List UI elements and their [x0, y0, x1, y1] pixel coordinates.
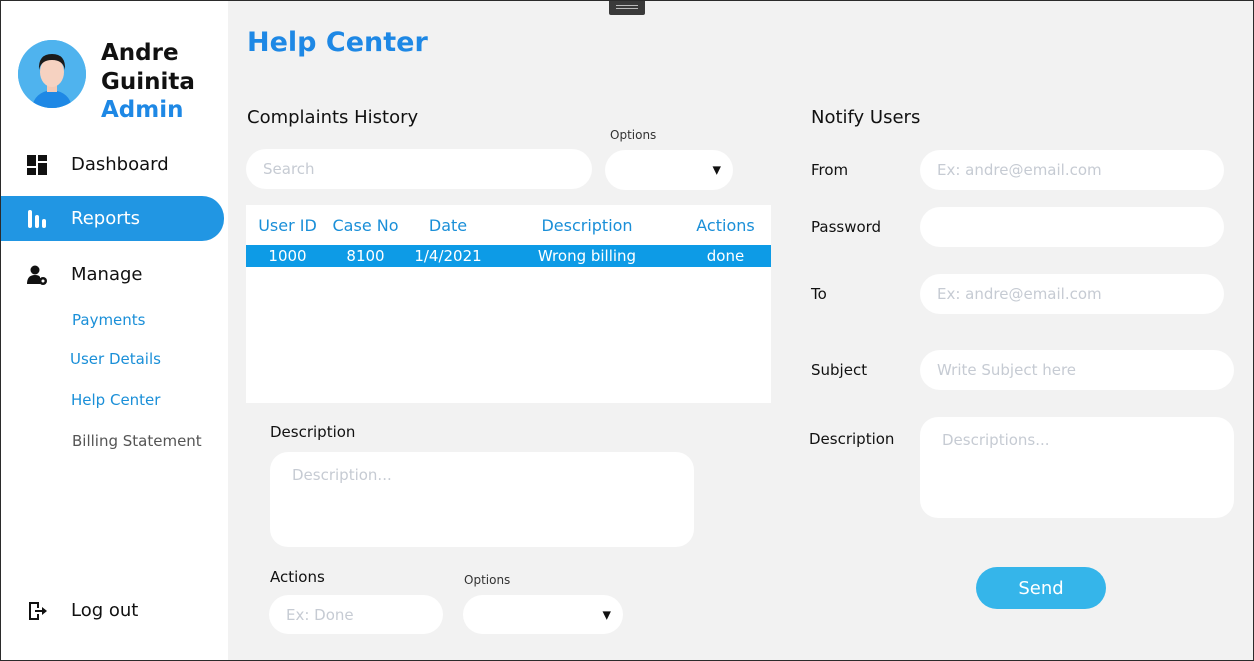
- notify-description-field[interactable]: [920, 417, 1234, 518]
- chevron-down-icon: ▼: [712, 163, 721, 177]
- to-email-field[interactable]: [920, 274, 1224, 314]
- nav-reports-label: Reports: [71, 208, 141, 229]
- subject-field[interactable]: [920, 350, 1234, 390]
- user-settings-icon: [27, 265, 47, 285]
- cell-case-no: 8100: [329, 245, 402, 267]
- dashboard-icon: [27, 154, 47, 175]
- cell-date: 1/4/2021: [402, 245, 494, 267]
- from-email-field[interactable]: [920, 150, 1224, 190]
- logout-icon: [29, 601, 47, 620]
- column-header-actions[interactable]: Actions: [680, 205, 771, 245]
- column-header-description[interactable]: Description: [494, 205, 680, 245]
- user-role: Admin: [101, 97, 184, 123]
- cell-user-id: 1000: [246, 245, 329, 267]
- user-first-name: Andre: [101, 40, 179, 66]
- nav-manage[interactable]: Manage: [1, 252, 224, 297]
- user-name: Andre Guinita: [101, 39, 221, 97]
- complaint-description-field[interactable]: [270, 452, 694, 547]
- complaints-search-input[interactable]: [246, 149, 592, 189]
- nav-manage-label: Manage: [71, 264, 143, 285]
- complaints-table: User ID Case No Date Description Actions…: [246, 205, 771, 403]
- column-header-case-no[interactable]: Case No: [329, 205, 402, 245]
- sidebar: Andre Guinita Admin Dashboard Reports Ma…: [1, 1, 228, 660]
- cell-description: Wrong billing: [494, 245, 680, 267]
- nav-payments[interactable]: Payments: [72, 311, 145, 329]
- actions-options-label: Options: [464, 573, 511, 587]
- password-label: Password: [811, 218, 882, 236]
- page-title: Help Center: [247, 27, 428, 58]
- nav-reports[interactable]: Reports: [1, 196, 224, 241]
- actions-options-select[interactable]: ▼: [463, 595, 623, 634]
- complaints-history-title: Complaints History: [247, 107, 419, 128]
- chevron-down-icon: ▼: [602, 608, 611, 621]
- column-header-date[interactable]: Date: [402, 205, 494, 245]
- table-row[interactable]: 1000 8100 1/4/2021 Wrong billing done: [246, 245, 771, 267]
- nav-logout-label: Log out: [71, 600, 139, 621]
- nav-user-details[interactable]: User Details: [70, 350, 161, 368]
- complaints-options-select[interactable]: ▼: [605, 150, 733, 190]
- user-last-name: Guinita: [101, 69, 195, 95]
- to-label: To: [811, 285, 827, 303]
- nav-help-center[interactable]: Help Center: [71, 391, 160, 409]
- from-label: From: [811, 161, 849, 179]
- actions-label: Actions: [270, 568, 325, 586]
- actions-input[interactable]: [269, 595, 443, 634]
- nav-dashboard[interactable]: Dashboard: [1, 142, 224, 187]
- password-field[interactable]: [920, 207, 1224, 247]
- column-header-user-id[interactable]: User ID: [246, 205, 329, 245]
- nav-logout[interactable]: Log out: [1, 588, 224, 633]
- nav-dashboard-label: Dashboard: [71, 154, 169, 175]
- table-header-row: User ID Case No Date Description Actions: [246, 205, 771, 245]
- complaint-description-label: Description: [270, 423, 356, 441]
- window-drag-handle[interactable]: [609, 0, 645, 15]
- notify-description-label: Description: [809, 430, 895, 448]
- notify-users-title: Notify Users: [811, 107, 921, 128]
- subject-label: Subject: [811, 361, 868, 379]
- reports-icon: [28, 209, 46, 228]
- nav-billing-statement[interactable]: Billing Statement: [72, 432, 202, 450]
- complaints-options-label: Options: [610, 128, 657, 142]
- avatar: [18, 40, 86, 108]
- cell-actions: done: [680, 245, 771, 267]
- send-button[interactable]: Send: [976, 567, 1106, 609]
- avatar-illustration: [18, 40, 86, 108]
